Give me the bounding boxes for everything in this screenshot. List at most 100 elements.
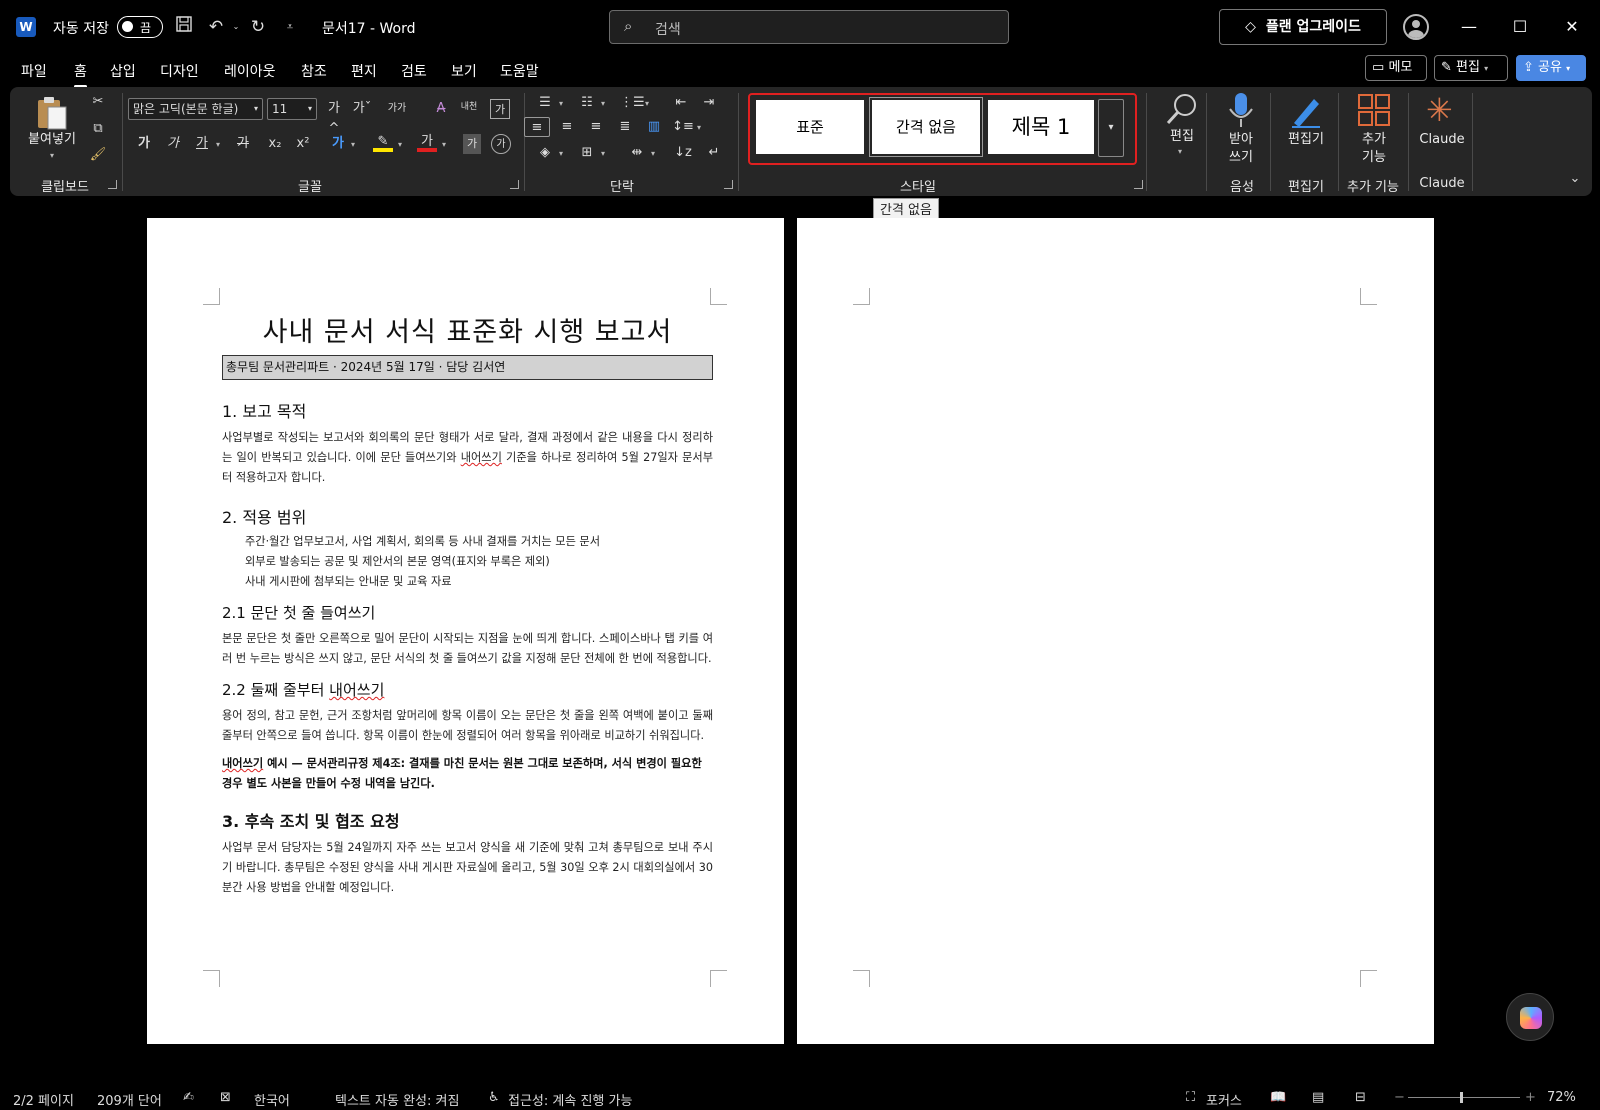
chevron-down-icon[interactable]: ▾	[556, 143, 566, 163]
asian-layout-icon[interactable]: ⇹	[626, 143, 648, 163]
undo-dropdown-icon[interactable]: ⌄	[224, 15, 248, 39]
multilevel-list-icon[interactable]: ⋮☰	[620, 93, 645, 113]
grow-font-icon[interactable]: 가^	[323, 99, 345, 136]
underline-icon[interactable]: 가	[192, 134, 212, 154]
find-button[interactable]: 편집 ▾	[1158, 91, 1206, 171]
copilot-button[interactable]	[1506, 993, 1554, 1041]
tab-help[interactable]: 도움말	[500, 61, 539, 81]
print-layout-icon[interactable]: ▤	[1312, 1090, 1324, 1105]
bold-icon[interactable]: 가	[134, 134, 154, 154]
zoom-in-icon[interactable]: +	[1525, 1090, 1536, 1105]
strikethrough-icon[interactable]: 가	[232, 134, 254, 154]
share-button[interactable]: ⇪ 공유 ▾	[1516, 55, 1586, 81]
shading-icon[interactable]: ◈	[534, 143, 556, 163]
web-layout-icon[interactable]: ⊟	[1355, 1090, 1366, 1105]
chevron-down-icon[interactable]: ▾	[694, 117, 704, 137]
track-changes-icon[interactable]: ⊠	[220, 1090, 231, 1105]
autosave-toggle[interactable]: 끔	[117, 16, 163, 38]
borders-icon[interactable]: ⊞	[576, 143, 598, 163]
chevron-down-icon[interactable]: ▾	[348, 134, 358, 154]
paste-button[interactable]: 붙여넣기 ▾	[26, 93, 78, 165]
ribbon-collapse-icon[interactable]: ⌄	[1566, 169, 1584, 189]
zoom-thumb[interactable]	[1460, 1092, 1463, 1103]
copy-icon[interactable]: ⧉	[88, 119, 108, 139]
chevron-down-icon[interactable]: ▾	[439, 134, 449, 154]
language-indicator[interactable]: 한국어	[254, 1090, 290, 1109]
document-body[interactable]: 사내 문서 서식 표준화 시행 보고서 총무팀 문서관리파트 · 2024년 5…	[222, 310, 713, 898]
accessibility-status[interactable]: 접근성: 계속 진행 가능	[508, 1090, 632, 1109]
redo-icon[interactable]: ↻	[246, 15, 270, 39]
style-normal[interactable]: 표준	[756, 100, 864, 154]
show-marks-icon[interactable]: ↵	[703, 143, 725, 163]
line-spacing-icon[interactable]: ↕≡	[672, 117, 694, 137]
tab-design[interactable]: 디자인	[160, 61, 199, 81]
chevron-down-icon[interactable]: ▾	[648, 143, 658, 163]
sort-icon[interactable]: ↓z	[672, 143, 694, 163]
zoom-level[interactable]: 72%	[1547, 1090, 1576, 1105]
read-mode-icon[interactable]: 📖	[1270, 1090, 1286, 1105]
highlight-icon[interactable]: ✎	[373, 132, 393, 152]
document-page-2[interactable]	[797, 218, 1434, 1044]
zoom-slider[interactable]	[1408, 1092, 1520, 1103]
format-painter-icon[interactable]: 🖌	[88, 145, 108, 165]
tab-file[interactable]: 파일	[21, 61, 47, 81]
justify-icon[interactable]: ≣	[614, 117, 636, 137]
subscript-icon[interactable]: x₂	[265, 134, 285, 154]
tab-references[interactable]: 참조	[301, 61, 327, 81]
close-icon[interactable]: ✕	[1561, 16, 1583, 38]
chevron-down-icon[interactable]: ▾	[598, 143, 608, 163]
text-predictions-status[interactable]: 텍스트 자동 완성: 켜짐	[335, 1090, 459, 1109]
align-center-icon[interactable]: ≡	[556, 117, 578, 137]
font-name-select[interactable]: 맑은 고딕(본문 한글) ▾	[128, 98, 263, 120]
character-border-icon[interactable]: 가	[490, 99, 510, 119]
chevron-down-icon[interactable]: ▾	[598, 93, 608, 113]
tab-mailings[interactable]: 편지	[351, 61, 377, 81]
chevron-down-icon[interactable]: ▾	[212, 134, 224, 154]
increase-indent-icon[interactable]: ⇥	[698, 93, 720, 113]
tab-view[interactable]: 보기	[451, 61, 477, 81]
focus-mode-button[interactable]: 포커스	[1206, 1090, 1242, 1109]
align-left-icon[interactable]: ≡	[524, 117, 550, 137]
text-effects-icon[interactable]: 가	[328, 134, 348, 154]
word-count[interactable]: 209개 단어	[97, 1090, 162, 1109]
paragraph-launcher-icon[interactable]	[724, 180, 733, 189]
tab-layout[interactable]: 레이아웃	[224, 61, 276, 81]
addins-button[interactable]: 추가 기능	[1344, 91, 1404, 171]
customize-toolbar-icon[interactable]: ⩡	[278, 15, 302, 39]
page-count[interactable]: 2/2 페이지	[13, 1090, 74, 1109]
dictate-button[interactable]: 받아 쓰기	[1214, 91, 1268, 171]
change-case-icon[interactable]: 가가	[382, 99, 412, 119]
shrink-font-icon[interactable]: 가ˇ	[351, 99, 373, 119]
styles-launcher-icon[interactable]	[1134, 180, 1143, 189]
zoom-out-icon[interactable]: −	[1394, 1090, 1405, 1105]
proofing-icon[interactable]: ✍	[183, 1090, 194, 1105]
decrease-indent-icon[interactable]: ⇤	[670, 93, 692, 113]
editor-button[interactable]: 편집기	[1276, 91, 1336, 171]
font-launcher-icon[interactable]	[510, 180, 519, 189]
align-right-icon[interactable]: ≡	[585, 117, 607, 137]
font-size-select[interactable]: 11 ▾	[267, 98, 317, 120]
clear-formatting-icon[interactable]: A̶	[432, 99, 450, 119]
distributed-icon[interactable]: ▥	[643, 117, 665, 137]
style-no-spacing[interactable]: 간격 없음	[869, 97, 983, 157]
tab-home[interactable]: 홈	[74, 61, 87, 88]
save-icon[interactable]	[172, 15, 196, 39]
clipboard-launcher-icon[interactable]	[108, 180, 117, 189]
chevron-down-icon[interactable]: ▾	[395, 134, 405, 154]
upgrade-plan-button[interactable]: ◇ 플랜 업그레이드	[1219, 9, 1387, 45]
numbering-icon[interactable]: ☷	[576, 93, 598, 113]
style-heading-1[interactable]: 제목 1	[988, 100, 1094, 154]
cut-icon[interactable]: ✂	[88, 92, 108, 112]
superscript-icon[interactable]: x²	[293, 134, 313, 154]
character-shading-icon[interactable]: 가	[463, 134, 481, 154]
claude-button[interactable]: ✳ Claude	[1414, 91, 1470, 171]
phonetic-guide-icon[interactable]: 내천	[456, 97, 482, 117]
italic-icon[interactable]: 가	[163, 134, 183, 154]
bullets-icon[interactable]: ☰	[534, 93, 556, 113]
minimize-icon[interactable]: —	[1458, 16, 1480, 38]
tab-insert[interactable]: 삽입	[110, 61, 136, 81]
chevron-down-icon[interactable]: ▾	[556, 93, 566, 113]
document-page-1[interactable]: 사내 문서 서식 표준화 시행 보고서 총무팀 문서관리파트 · 2024년 5…	[147, 218, 784, 1044]
enclose-characters-icon[interactable]: 가	[491, 134, 511, 154]
avatar[interactable]	[1403, 14, 1429, 40]
